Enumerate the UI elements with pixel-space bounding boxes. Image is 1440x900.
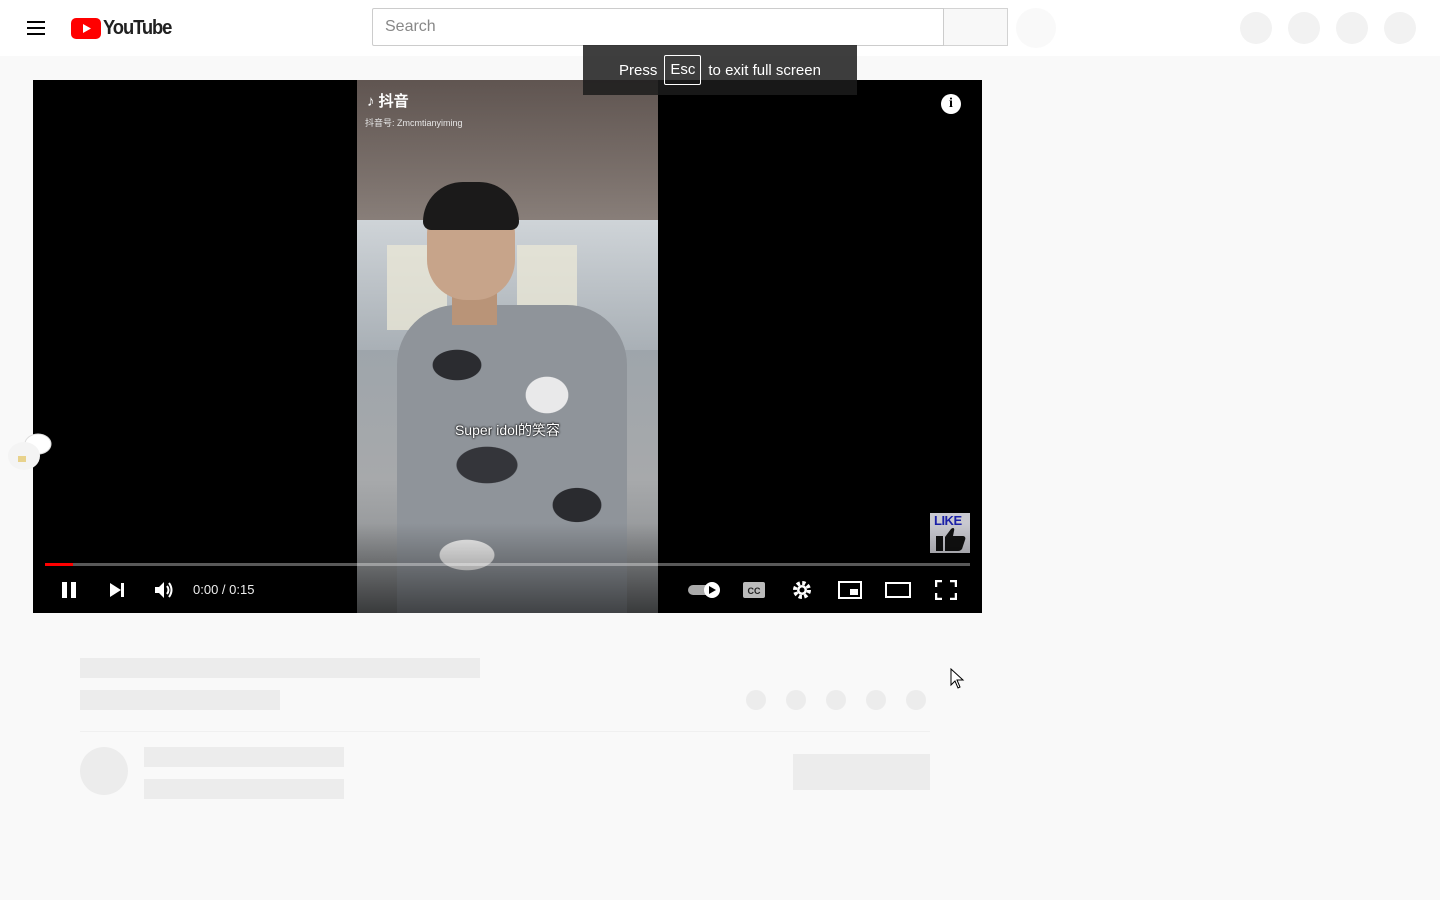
logo-text: YouTube [103,16,172,39]
volume-button[interactable] [146,575,182,605]
action-placeholder [906,690,926,710]
action-placeholder [786,690,806,710]
tiktok-watermark: ♪ 抖音 [367,93,409,110]
fullscreen-icon [935,580,957,600]
settings-button[interactable] [784,575,820,605]
create-button-placeholder[interactable] [1240,12,1272,44]
hint-suffix: to exit full screen [708,61,821,79]
subscribe-button-placeholder [793,754,930,790]
esc-key-label: Esc [664,55,702,85]
video-player[interactable]: ♪ 抖音 抖音号: Zmcmtianyiming Super idol的笑容 i… [33,80,982,613]
captions-icon: CC [743,582,765,598]
notifications-button-placeholder[interactable] [1336,12,1368,44]
youtube-play-logo-icon [71,17,101,39]
tiktok-account: 抖音号: Zmcmtianyiming [365,118,463,128]
divider [80,731,930,732]
captions-button[interactable]: CC [736,575,772,605]
avatar[interactable] [1384,12,1416,44]
youtube-logo[interactable]: YouTube [71,17,177,39]
apps-button-placeholder[interactable] [1288,12,1320,44]
search-input[interactable] [373,9,943,45]
menu-icon[interactable] [24,16,48,40]
mouse-cursor-icon [950,668,965,689]
autoplay-toggle-icon [688,582,720,598]
search-button[interactable] [944,8,1008,46]
channel-name-placeholder [144,747,344,767]
time-display: 0:00 / 0:15 [193,582,255,597]
volume-icon [155,582,173,598]
svg-text:CC: CC [748,586,761,596]
action-placeholder [746,690,766,710]
theater-icon [885,582,911,598]
title-placeholder [80,658,480,678]
miniplayer-icon [838,581,862,599]
fullscreen-button[interactable] [928,575,964,605]
pause-icon [62,582,76,598]
pause-button[interactable] [51,575,87,605]
info-icon[interactable]: i [941,94,961,114]
next-icon [110,583,124,597]
autoplay-toggle[interactable] [685,575,725,605]
progress-bar[interactable] [45,563,970,566]
search-box[interactable] [372,8,944,46]
subscriber-count-placeholder [144,779,344,799]
next-button[interactable] [99,575,135,605]
views-placeholder [80,690,280,710]
settings-icon [793,581,811,599]
fullscreen-exit-hint: Press Esc to exit full screen [583,45,857,95]
action-placeholder [866,690,886,710]
floating-cloud-overlay [8,433,52,470]
hint-prefix: Press [619,61,658,79]
theater-mode-button[interactable] [880,575,916,605]
progress-played [45,563,73,566]
channel-avatar-placeholder [80,747,128,795]
miniplayer-button[interactable] [832,575,868,605]
burned-in-subtitle: Super idol的笑容 [454,422,561,438]
action-placeholder [826,690,846,710]
voice-search-button[interactable] [1016,8,1056,48]
